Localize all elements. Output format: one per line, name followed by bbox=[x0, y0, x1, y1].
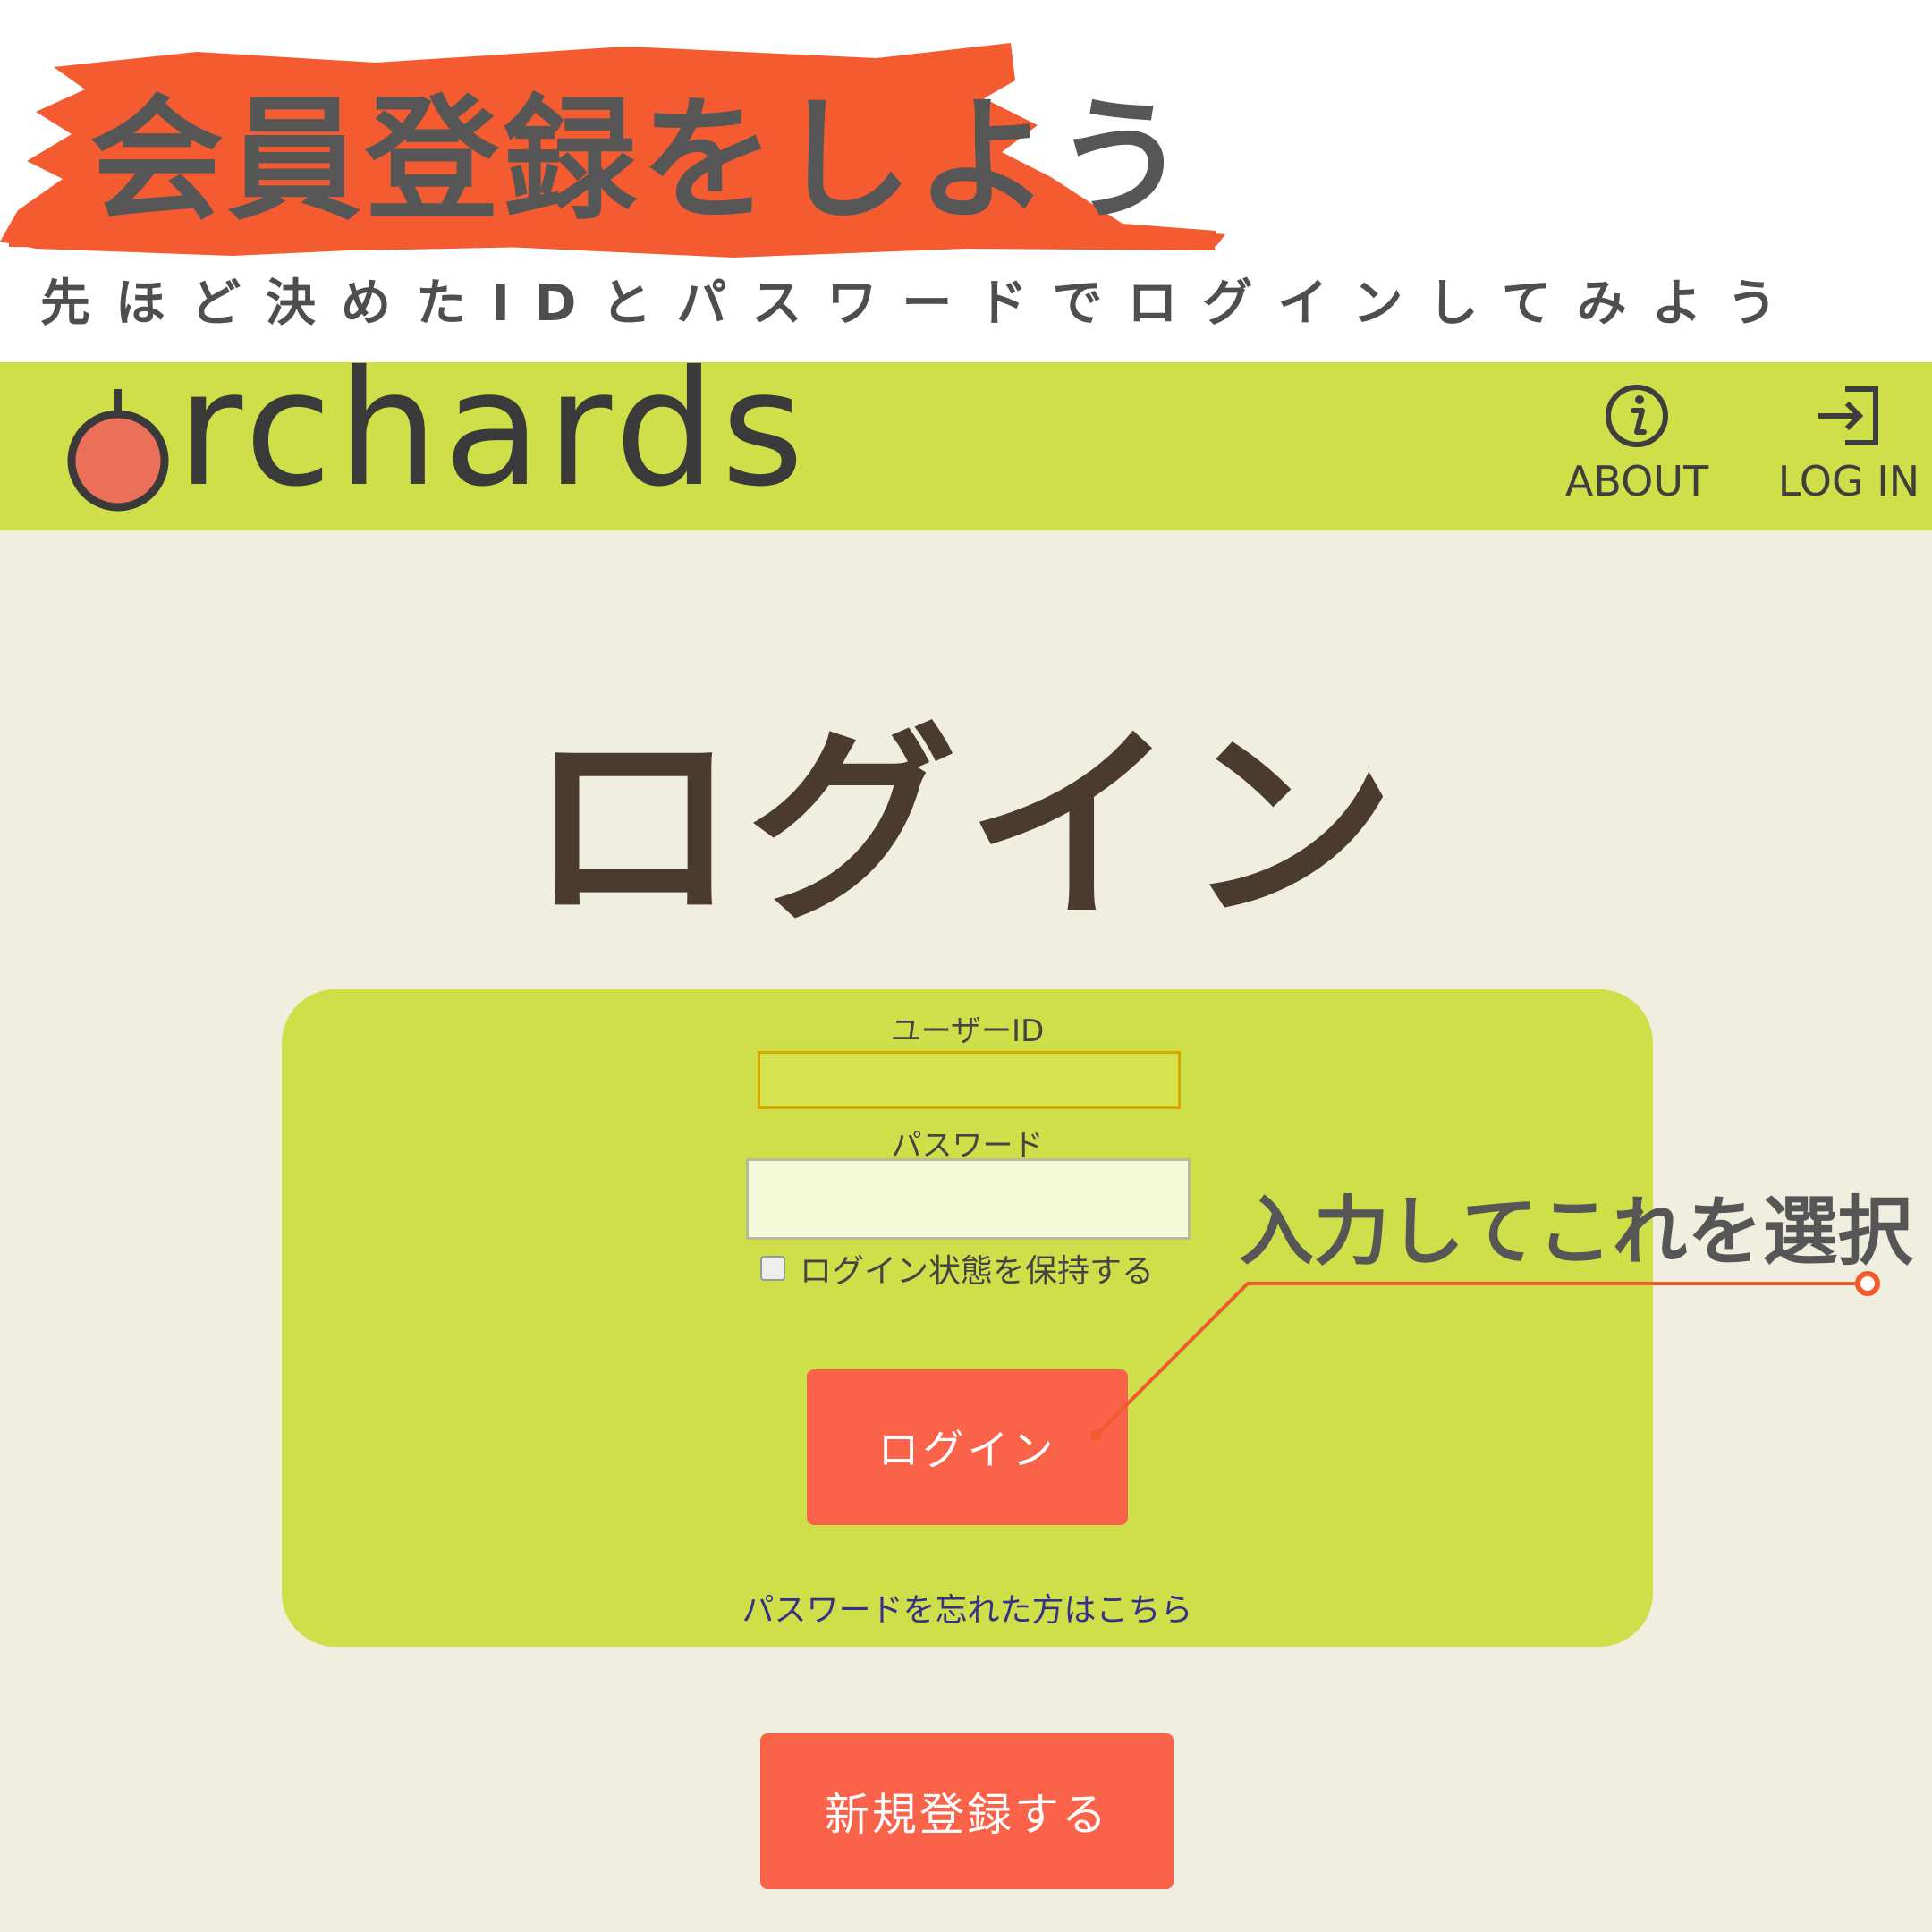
banner-subline: 先ほど決めたIDとパスワードでログインしてみよう bbox=[40, 275, 1802, 333]
page-title: ログイン bbox=[528, 706, 1404, 950]
banner-headline: 会員登録をしよう bbox=[89, 83, 1192, 239]
register-button[interactable]: 新規登録する bbox=[760, 1733, 1174, 1889]
remember-login-option[interactable]: ログイン状態を保持する bbox=[760, 1249, 1154, 1290]
login-form: ユーザーID パスワード ログイン状態を保持する ログイン パスワードを忘れた方… bbox=[282, 989, 1653, 1647]
instruction-banner: 会員登録をしよう 先ほど決めたIDとパスワードでログインしてみよう bbox=[0, 0, 1932, 362]
remember-label: ログイン状態を保持する bbox=[800, 1253, 1155, 1290]
site-header: rchards ABOUT LOG IN bbox=[0, 350, 1932, 530]
remember-checkbox[interactable] bbox=[760, 1256, 785, 1281]
password-label: パスワード bbox=[891, 1128, 1044, 1164]
user-id-input[interactable] bbox=[758, 1051, 1181, 1109]
nav-login[interactable]: LOG IN bbox=[1764, 380, 1932, 514]
login-arrow-icon bbox=[1818, 386, 1878, 445]
apple-circle-icon bbox=[67, 389, 169, 512]
forgot-password-link[interactable]: パスワードを忘れた方はこちら bbox=[282, 1595, 1653, 1627]
annotation-text: 入力してこれを選択 bbox=[1239, 1188, 1913, 1275]
login-button[interactable]: ログイン bbox=[807, 1369, 1128, 1525]
info-circle-icon bbox=[1606, 385, 1668, 447]
nav-login-label: LOG IN bbox=[1777, 457, 1920, 505]
nav-about[interactable]: ABOUT bbox=[1552, 380, 1722, 514]
user-id-label: ユーザーID bbox=[890, 1013, 1045, 1049]
logo-text: rchards bbox=[177, 336, 809, 521]
password-input[interactable] bbox=[746, 1158, 1191, 1240]
nav-about-label: ABOUT bbox=[1564, 457, 1709, 505]
